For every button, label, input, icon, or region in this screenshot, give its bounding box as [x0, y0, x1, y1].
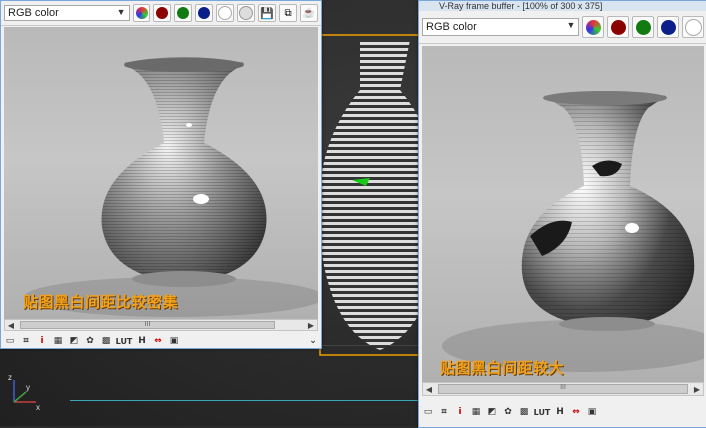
- teapot-icon[interactable]: ☕: [300, 4, 318, 22]
- window-icon[interactable]: ▭: [4, 335, 16, 347]
- curves-icon[interactable]: ◩: [486, 406, 498, 418]
- render-caption: 贴图黑白间距比较密集: [23, 294, 179, 311]
- frame-buffer-bottom-bar: ▭ ⌗ i ▦ ◩ ✿ ▩ LUT H ⇔ ▣ ⌄: [1, 332, 322, 350]
- channel-select[interactable]: RGB color ▼: [422, 18, 580, 36]
- scroll-left-icon[interactable]: ◀: [423, 385, 435, 394]
- region-icon[interactable]: ⌗: [20, 335, 32, 347]
- lut-icon[interactable]: LUT: [116, 335, 133, 347]
- settings-icon[interactable]: ✿: [502, 406, 514, 418]
- expand-down-icon[interactable]: ⌄: [307, 335, 319, 347]
- render-image: [422, 46, 704, 382]
- frame-buffer-window-left: RGB color ▼ 💾 ⧉ ☕ 贴图黑白间距比较密集 ◀ III ▶ ▭ ⌗…: [0, 0, 322, 349]
- settings-icon[interactable]: ✿: [84, 335, 96, 347]
- rgb-channels-icon[interactable]: [582, 16, 605, 38]
- stamp-icon[interactable]: ▣: [168, 335, 180, 347]
- viewport-axis-gizmo: x z y: [8, 373, 40, 412]
- channel-select[interactable]: RGB color ▼: [4, 5, 130, 21]
- h-icon[interactable]: H: [136, 335, 148, 347]
- region-icon[interactable]: ⌗: [438, 406, 450, 418]
- viewport-grid-line: [70, 400, 430, 401]
- frame-buffer-window-right: V-Ray frame buffer - [100% of 300 x 375]…: [418, 0, 706, 428]
- chevron-down-icon: ▼: [566, 20, 576, 30]
- scroll-left-icon[interactable]: ◀: [5, 321, 17, 330]
- window-icon[interactable]: ▭: [422, 406, 434, 418]
- green-channel-icon[interactable]: [632, 16, 655, 38]
- save-icon[interactable]: 💾: [258, 4, 277, 22]
- info-icon[interactable]: i: [454, 406, 466, 418]
- info-icon[interactable]: i: [36, 335, 48, 347]
- rgb-channels-icon[interactable]: [132, 4, 151, 22]
- axis-x-label: x: [36, 403, 40, 412]
- compare-icon[interactable]: ⇔: [152, 335, 164, 347]
- clone-icon[interactable]: ⧉: [279, 4, 298, 22]
- color-correction-icon[interactable]: ▩: [518, 406, 530, 418]
- red-channel-icon[interactable]: [153, 4, 172, 22]
- render-image: 贴图黑白间距比较密集: [4, 27, 318, 319]
- alpha-channel-icon[interactable]: [682, 16, 704, 38]
- curves-icon[interactable]: ◩: [68, 335, 80, 347]
- scroll-right-icon[interactable]: ▶: [691, 385, 703, 394]
- blue-channel-icon[interactable]: [657, 16, 680, 38]
- window-title: V-Ray frame buffer - [100% of 300 x 375]: [419, 1, 706, 11]
- green-channel-icon[interactable]: [174, 4, 193, 22]
- horizontal-scrollbar[interactable]: ◀ III ▶: [422, 382, 704, 396]
- blue-channel-icon[interactable]: [195, 4, 214, 22]
- scroll-right-icon[interactable]: ▶: [305, 321, 317, 330]
- horizontal-scrollbar[interactable]: ◀ III ▶: [4, 319, 318, 331]
- frame-buffer-toolbar: RGB color ▼ 💾 ⧉ ☕: [1, 1, 321, 26]
- rendered-vase: [442, 91, 704, 372]
- mono-icon[interactable]: [237, 4, 256, 22]
- channel-select-value: RGB color: [426, 21, 477, 33]
- channel-select-value: RGB color: [8, 7, 59, 19]
- frame-buffer-bottom-bar: ▭ ⌗ i ▦ ◩ ✿ ▩ LUT H ⇔ ▣: [419, 401, 706, 423]
- lut-icon[interactable]: LUT: [534, 406, 551, 418]
- frame-buffer-toolbar: RGB color ▼: [419, 11, 706, 44]
- scroll-thumb[interactable]: III: [20, 321, 275, 329]
- stamp-icon[interactable]: ▣: [586, 406, 598, 418]
- axis-y-label: y: [26, 383, 30, 392]
- color-correction-icon[interactable]: ▩: [100, 335, 112, 347]
- chevron-down-icon: ▼: [116, 7, 126, 17]
- h-icon[interactable]: H: [554, 406, 566, 418]
- compare-icon[interactable]: ⇔: [570, 406, 582, 418]
- scroll-thumb[interactable]: III: [438, 384, 688, 394]
- histogram-icon[interactable]: ▦: [470, 406, 482, 418]
- histogram-icon[interactable]: ▦: [52, 335, 64, 347]
- axis-z-label: z: [8, 373, 12, 382]
- render-caption: 贴图黑白间距较大: [440, 360, 565, 377]
- alpha-channel-icon[interactable]: [216, 4, 235, 22]
- rendered-vase: [24, 57, 318, 317]
- red-channel-icon[interactable]: [607, 16, 630, 38]
